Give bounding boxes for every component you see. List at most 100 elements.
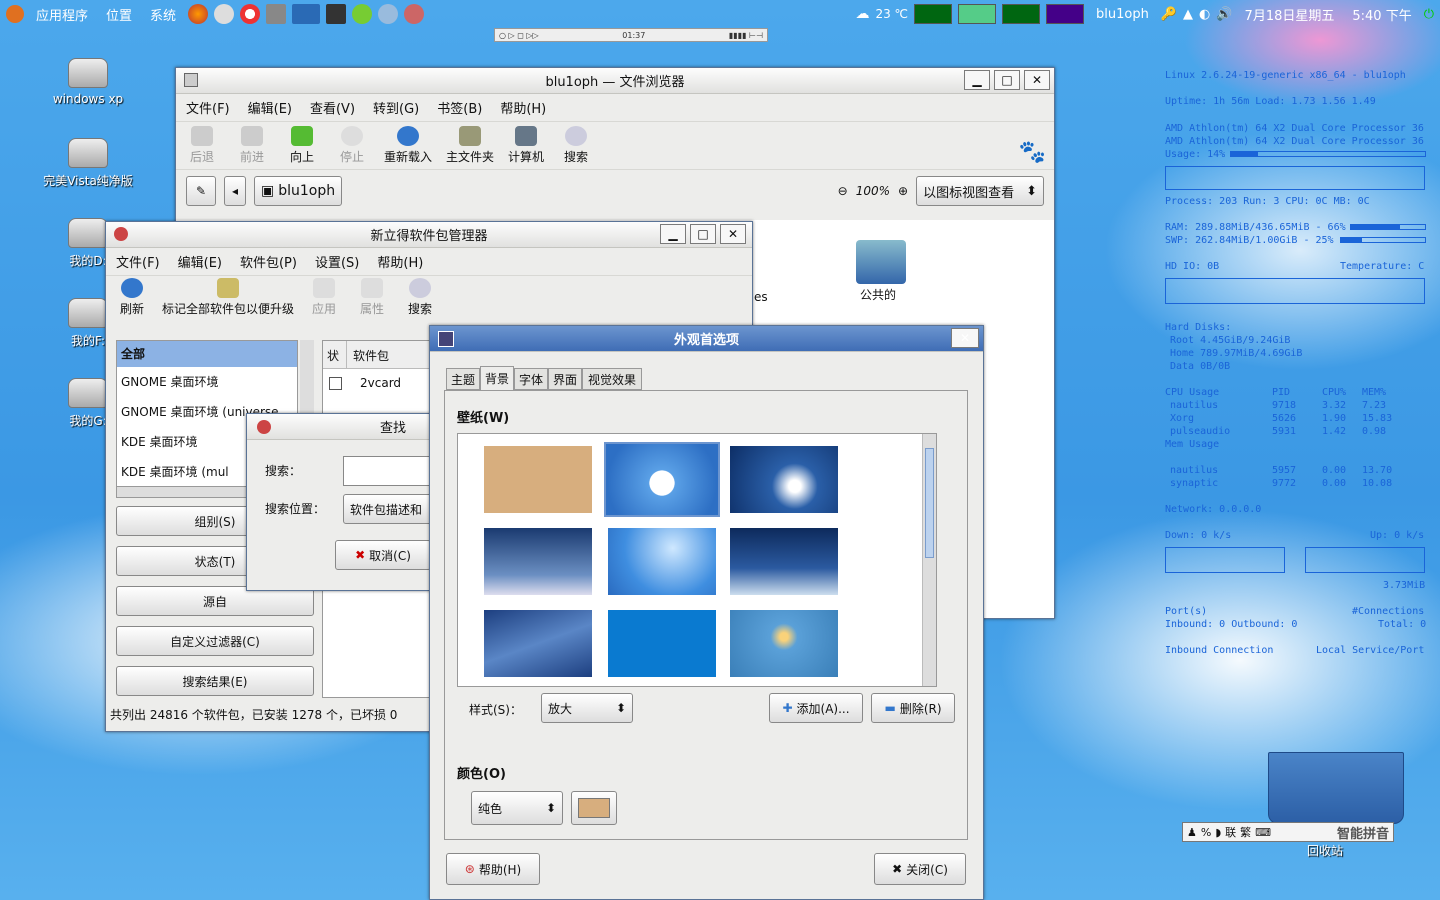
- ime-keyboard-icon[interactable]: ⌨: [1255, 826, 1271, 839]
- wallpaper-grid[interactable]: [457, 433, 937, 687]
- package-checkbox[interactable]: [329, 376, 342, 390]
- filter-results-button[interactable]: 搜索结果(E): [116, 666, 314, 696]
- screenshot-icon[interactable]: [266, 4, 287, 24]
- ime-punct-icon[interactable]: ◗: [1215, 826, 1221, 839]
- minimize-button[interactable]: ▁: [660, 224, 686, 244]
- zoom-in-icon[interactable]: ⊕: [898, 184, 908, 198]
- seek-bar[interactable]: ▮▮▮▮ ⊢⊣: [729, 31, 763, 40]
- toggle-location-button[interactable]: ✎: [186, 176, 216, 206]
- package-row[interactable]: 2vcard: [323, 369, 431, 397]
- close-button[interactable]: ✕: [720, 224, 746, 244]
- filter-custom-button[interactable]: 自定义过滤器(C): [116, 626, 314, 656]
- cancel-button[interactable]: ✖ 取消(C): [335, 540, 431, 570]
- synaptic-icon[interactable]: [114, 227, 128, 241]
- find-titlebar[interactable]: 查找: [247, 414, 439, 440]
- desktop-icon-winxp[interactable]: windows xp: [28, 58, 148, 106]
- menu-settings[interactable]: 设置(S): [315, 252, 359, 271]
- mark-upgrades-button[interactable]: 标记全部软件包以便升级: [162, 278, 294, 317]
- menu-help[interactable]: 帮助(H): [377, 252, 423, 271]
- shutdown-icon[interactable]: ⏻: [1424, 7, 1434, 22]
- clipboard-icon[interactable]: ◐: [1199, 7, 1210, 22]
- menu-system[interactable]: 系统: [144, 5, 182, 24]
- tab-background[interactable]: 背景: [480, 366, 514, 390]
- close-button[interactable]: ✕: [1024, 70, 1050, 90]
- column-package[interactable]: 软件包: [347, 341, 395, 368]
- mem-monitor[interactable]: [958, 4, 996, 24]
- add-wallpaper-button[interactable]: ✚ 添加(A)...: [769, 693, 863, 723]
- menu-go[interactable]: 转到(G): [373, 98, 419, 117]
- remove-wallpaper-button[interactable]: ▬ 删除(R): [871, 693, 955, 723]
- close-button[interactable]: ✕: [951, 328, 979, 348]
- color-button[interactable]: [571, 791, 617, 825]
- wallpaper-bear[interactable]: [730, 446, 838, 513]
- menu-package[interactable]: 软件包(P): [240, 252, 297, 271]
- ime-bar[interactable]: ♟% ◗ 联繁 ⌨ 智能拼音: [1182, 822, 1394, 842]
- help-button[interactable]: ⊛ 帮助(H): [446, 853, 540, 885]
- search-button[interactable]: 搜索: [402, 278, 438, 317]
- ime-fullwidth-icon[interactable]: 联: [1225, 824, 1236, 840]
- wallpaper-love[interactable]: [604, 442, 720, 517]
- apply-button[interactable]: 应用: [306, 278, 342, 317]
- category-item[interactable]: 全部: [117, 341, 297, 367]
- menu-file[interactable]: 文件(F): [116, 252, 160, 271]
- home-button[interactable]: 主文件夹: [446, 126, 494, 165]
- zoom-out-icon[interactable]: ⊖: [838, 184, 848, 198]
- search-button[interactable]: 搜索: [558, 126, 594, 165]
- stop-button[interactable]: 停止: [334, 126, 370, 165]
- menu-edit[interactable]: 编辑(E): [178, 252, 222, 271]
- menu-file[interactable]: 文件(F): [186, 98, 230, 117]
- update-icon[interactable]: ▲: [1183, 7, 1193, 22]
- maximize-button[interactable]: □: [994, 70, 1020, 90]
- appearance-icon[interactable]: [438, 331, 454, 347]
- reload-button[interactable]: 重新载入: [384, 126, 432, 165]
- category-item[interactable]: GNOME 桌面环境: [117, 367, 297, 397]
- mini-player-bar[interactable]: ○ ▷ ◻ ▷▷ 01:37 ▮▮▮▮ ⊢⊣: [494, 28, 768, 42]
- window-menu-icon[interactable]: [184, 73, 198, 87]
- penguin-icon[interactable]: ♟: [1187, 826, 1197, 839]
- menu-view[interactable]: 查看(V): [310, 98, 355, 117]
- folder-icon[interactable]: [856, 240, 906, 284]
- wallpaper-scrollbar[interactable]: [922, 434, 936, 686]
- forward-button[interactable]: 前进: [234, 126, 270, 165]
- cpu-monitor[interactable]: [914, 4, 952, 24]
- computer-button[interactable]: 计算机: [508, 126, 544, 165]
- clock-time[interactable]: 5:40 下午: [1346, 5, 1417, 24]
- editor-icon[interactable]: [352, 4, 373, 24]
- tab-interface[interactable]: 界面: [548, 368, 582, 390]
- net-monitor[interactable]: [1002, 4, 1040, 24]
- tab-visual-effects[interactable]: 视觉效果: [582, 368, 642, 390]
- tab-fonts[interactable]: 字体: [514, 368, 548, 390]
- mail-icon[interactable]: [214, 4, 235, 24]
- wallpaper-blue-wave[interactable]: [484, 610, 592, 677]
- path-button-home[interactable]: ▣ blu1oph: [254, 176, 343, 206]
- view-mode-select[interactable]: 以图标视图查看 ⬍: [916, 176, 1044, 206]
- appearance-titlebar[interactable]: 外观首选项 ✕: [430, 326, 983, 352]
- menu-bookmarks[interactable]: 书签(B): [437, 98, 482, 117]
- properties-button[interactable]: 属性: [354, 278, 390, 317]
- file-label-es[interactable]: es: [754, 290, 768, 304]
- wallpaper-snow-doll[interactable]: [484, 528, 592, 595]
- firefox-icon[interactable]: [188, 4, 209, 24]
- ime-mode-icon[interactable]: %: [1201, 826, 1211, 839]
- tab-theme[interactable]: 主题: [446, 368, 480, 390]
- file-browser-titlebar[interactable]: blu1oph — 文件浏览器 ▁ □ ✕: [176, 68, 1054, 94]
- up-button[interactable]: 向上: [284, 126, 320, 165]
- column-status[interactable]: 状: [323, 341, 347, 368]
- terminal-icon[interactable]: [326, 4, 347, 24]
- back-button[interactable]: 后退: [184, 126, 220, 165]
- weather-icon[interactable]: ☁: [855, 6, 869, 22]
- menu-places[interactable]: 位置: [100, 5, 138, 24]
- trash-icon[interactable]: [1268, 752, 1404, 824]
- network-icon[interactable]: [378, 4, 399, 24]
- color-mode-select[interactable]: 纯色 ⬍: [471, 791, 563, 825]
- desktop-icon-vista[interactable]: 完美Vista纯净版: [28, 138, 148, 189]
- load-monitor[interactable]: [1046, 4, 1084, 24]
- wallpaper-snow-tree[interactable]: [608, 528, 716, 595]
- reload-button[interactable]: 刷新: [114, 278, 150, 317]
- path-back-button[interactable]: ◂: [224, 176, 246, 206]
- package-icon[interactable]: [404, 4, 425, 24]
- ubuntu-logo-icon[interactable]: [6, 5, 24, 23]
- wallpaper-solid[interactable]: [484, 446, 592, 513]
- menu-help[interactable]: 帮助(H): [500, 98, 546, 117]
- file-label-public[interactable]: 公共的: [860, 286, 896, 303]
